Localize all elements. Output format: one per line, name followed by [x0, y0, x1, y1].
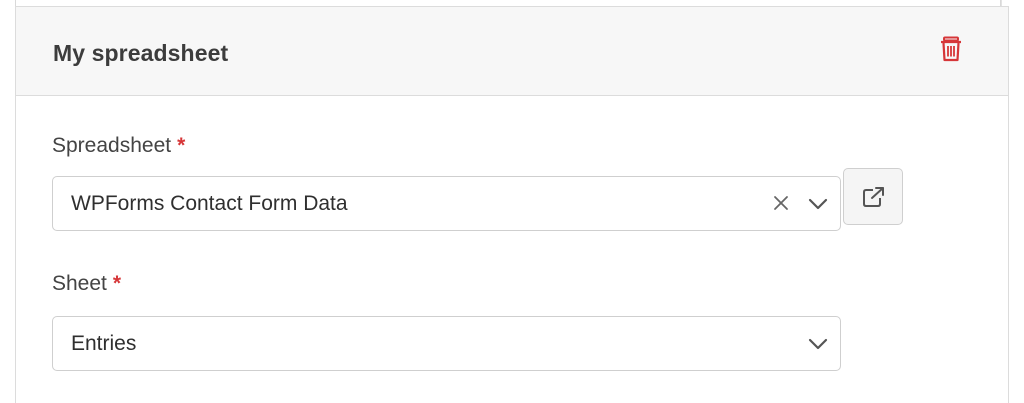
card-header: My spreadsheet: [16, 7, 1008, 96]
clear-selection-button[interactable]: [771, 191, 793, 215]
delete-button[interactable]: [940, 36, 962, 62]
required-indicator: *: [177, 134, 186, 157]
integration-panel: My spreadsheet Spreadsheet * WPForms Cont…: [0, 0, 1024, 403]
trash-icon: [941, 36, 961, 62]
chevron-down-icon: [808, 338, 828, 350]
sheet-label: Sheet *: [52, 272, 121, 296]
spreadsheet-select[interactable]: WPForms Contact Form Data: [52, 176, 841, 231]
open-spreadsheet-button[interactable]: [843, 168, 903, 225]
required-indicator: *: [112, 272, 122, 295]
dropdown-toggle[interactable]: [807, 195, 829, 213]
spreadsheet-label: Spreadsheet *: [52, 134, 185, 158]
card-title: My spreadsheet: [53, 40, 229, 66]
sheet-label-text: Sheet: [52, 272, 107, 295]
external-link-icon: [863, 187, 884, 207]
close-icon: [774, 196, 788, 210]
spreadsheet-select-value: WPForms Contact Form Data: [71, 192, 348, 215]
dropdown-toggle[interactable]: [807, 335, 829, 353]
chevron-down-icon: [808, 198, 828, 210]
sheet-select-value: Entries: [71, 332, 137, 355]
sheet-select[interactable]: Entries: [52, 316, 841, 371]
spreadsheet-label-text: Spreadsheet: [52, 134, 172, 157]
